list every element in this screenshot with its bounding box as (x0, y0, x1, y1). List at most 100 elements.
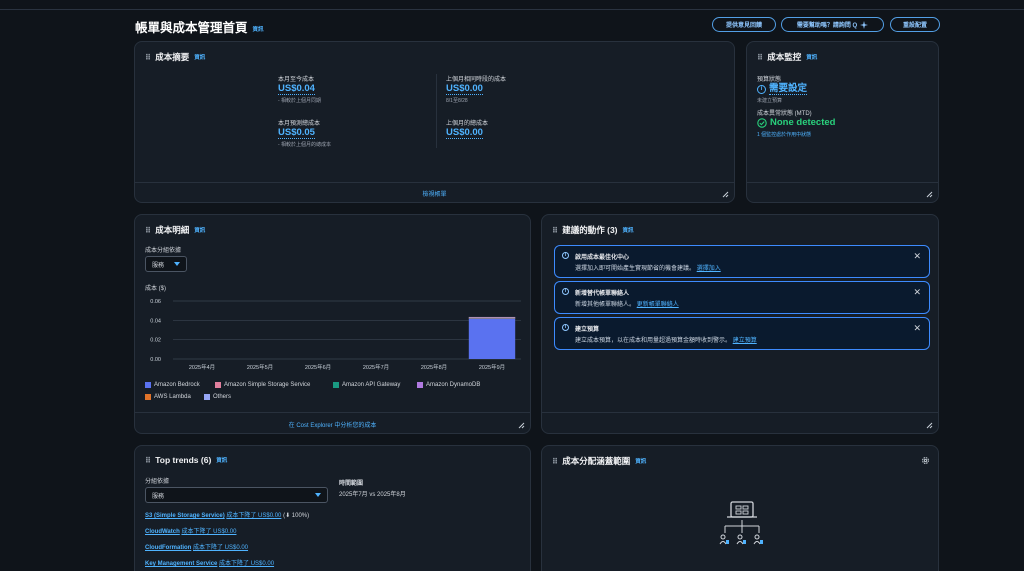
drag-handle-icon[interactable]: ⠿ (145, 226, 151, 235)
legend-label: Others (213, 394, 232, 400)
bar-segment (468, 318, 516, 359)
forecast-cost-label: 本月預測總成本 (278, 121, 321, 127)
close-icon[interactable]: ✕ (913, 323, 921, 334)
drag-handle-icon[interactable]: ⠿ (552, 457, 558, 466)
trend-item[interactable]: CloudWatch 成本下降了 US$0.00 (145, 526, 236, 535)
recommendation-alert: i 建立預算 建立成本預算，以在成本和用量超過預算金額時收到警示。 建立預算 ✕ (554, 317, 930, 350)
info-circle-icon: i (562, 324, 569, 331)
panel-title: ⠿ 成本明細 資訊 (145, 225, 206, 235)
last-month-period-value[interactable]: US$0.00 (446, 83, 483, 95)
cost-allocation-illustration-icon (719, 501, 763, 545)
forecast-cost-note: - 相較於上個月的總成本 (278, 142, 332, 148)
budget-status[interactable]: i 需要設定 (757, 83, 808, 95)
caret-down-icon (315, 493, 321, 497)
drag-handle-icon[interactable]: ⠿ (757, 53, 763, 62)
drag-handle-icon[interactable]: ⠿ (552, 226, 558, 235)
legend-label: Amazon DynamoDB (426, 382, 481, 388)
last-month-period-note: 8/1至8/28 (446, 98, 468, 104)
resize-handle-icon[interactable] (926, 422, 933, 429)
y-tick-label: 0.00 (150, 357, 161, 363)
resize-handle-icon[interactable] (722, 191, 729, 198)
trend-item[interactable]: Key Management Service 成本下降了 US$0.00 (145, 558, 274, 567)
info-link[interactable]: 資訊 (635, 457, 646, 465)
cost-chart: 0.00 0.02 0.04 0.06 2025年4月 2025年5月 2025年6月 202… (150, 299, 521, 371)
legend-item[interactable]: AWS Lambda (145, 394, 191, 400)
legend-label: Amazon Simple Storage Service (224, 382, 311, 388)
column-divider (436, 74, 437, 148)
info-link[interactable]: 資訊 (194, 226, 205, 234)
cost-explorer-link[interactable]: 在 Cost Explorer 中分析您的成本 (135, 420, 530, 429)
update-contacts-link[interactable]: 更新帳單聯絡人 (637, 302, 679, 308)
x-tick-label: 2025年6月 (305, 363, 331, 371)
legend-swatch (417, 382, 423, 388)
x-tick-label: 2025年9月 (479, 363, 505, 371)
legend-swatch (145, 394, 151, 400)
legend-label: Amazon API Gateway (342, 382, 401, 388)
forecast-cost-value[interactable]: US$0.05 (278, 127, 315, 139)
legend-swatch (145, 382, 151, 388)
anomaly-status-value: None detected (770, 117, 836, 128)
cost-breakdown-panel: ⠿ 成本明細 資訊 成本分組依據 服務 成本 ($) 0.00 0.02 0.04 0.0… (134, 214, 531, 434)
mtd-cost-label: 本月至今成本 (278, 77, 315, 83)
legend-swatch (333, 382, 339, 388)
resize-handle-icon[interactable] (926, 191, 933, 198)
panel-title: ⠿ 建議的動作 (3) 資訊 (552, 225, 634, 235)
info-link[interactable]: 資訊 (806, 53, 817, 61)
panel-title: ⠿ 成本分配涵蓋範圍 資訊 (552, 456, 647, 466)
info-link[interactable]: 資訊 (253, 27, 264, 33)
drag-handle-icon[interactable]: ⠿ (145, 53, 151, 62)
cost-allocation-panel: ⠿ 成本分配涵蓋範圍 資訊 (541, 445, 939, 571)
info-link[interactable]: 資訊 (216, 456, 227, 464)
trend-item[interactable]: CloudFormation 成本下降了 US$0.00 (145, 542, 248, 551)
legend-swatch (204, 394, 210, 400)
info-circle-icon: i (562, 288, 569, 295)
mtd-cost-value[interactable]: US$0.04 (278, 83, 315, 95)
legend-item[interactable]: Amazon Bedrock (145, 382, 200, 388)
reset-layout-button[interactable]: 重設配置 (890, 17, 940, 32)
close-icon[interactable]: ✕ (913, 251, 921, 262)
sparkle-icon (860, 20, 869, 29)
feedback-button[interactable]: 提供意見回饋 (712, 17, 776, 32)
x-tick-label: 2025年8月 (421, 363, 447, 371)
opt-in-link[interactable]: 選擇加入 (697, 266, 721, 272)
y-tick-label: 0.04 (150, 318, 161, 324)
last-month-period-label: 上個月相同時段的成本 (446, 77, 507, 83)
y-tick-label: 0.06 (150, 299, 161, 305)
panel-title: ⠿ 成本摘要 資訊 (145, 52, 206, 62)
recommended-actions-panel: ⠿ 建議的動作 (3) 資訊 i 啟用成本最佳化中心 選擇加入即可開始產生實現節省的… (541, 214, 939, 434)
page-title: 帳單與成本管理首頁 資訊 (135, 21, 264, 35)
check-circle-icon (757, 117, 767, 128)
info-circle-icon: i (562, 252, 569, 259)
ask-q-button[interactable]: 需要幫助嗎？請詢問 Q (781, 17, 884, 32)
view-bill-link[interactable]: 檢視帳單 (135, 189, 734, 198)
group-by-label: 成本分組依據 (145, 248, 182, 254)
y-tick-label: 0.02 (150, 338, 161, 344)
active-monitors-link[interactable]: 1 個監控處於作用中狀態 (757, 131, 811, 138)
x-tick-label: 2025年7月 (363, 363, 389, 371)
legend-item[interactable]: Amazon Simple Storage Service (215, 382, 310, 388)
trends-group-select[interactable]: 服務 (145, 487, 328, 503)
legend-label: AWS Lambda (154, 394, 191, 400)
create-budget-link[interactable]: 建立預算 (733, 338, 757, 344)
trend-item[interactable]: S3 (Simple Storage Service) 成本下降了 US$0.0… (145, 510, 309, 519)
x-tick-label: 2025年4月 (189, 363, 215, 371)
chart-y-label: 成本 ($) (145, 286, 167, 292)
top-divider (0, 9, 1024, 10)
group-by-select[interactable]: 服務 (145, 256, 187, 272)
drag-handle-icon[interactable]: ⠿ (145, 456, 151, 465)
last-month-total-label: 上個月的總成本 (446, 121, 489, 127)
settings-gear-icon[interactable] (921, 456, 930, 465)
last-month-total-value[interactable]: US$0.00 (446, 127, 483, 139)
cost-monitor-panel: ⠿ 成本監控 資訊 預算狀態 i 需要設定 未建立預算 成本異常狀態 (MTD) N… (746, 41, 939, 203)
budget-status-label: 預算狀態 (757, 77, 782, 83)
legend-item[interactable]: Amazon DynamoDB (417, 382, 480, 388)
info-circle-icon: i (757, 84, 766, 94)
x-tick-label: 2025年5月 (247, 363, 273, 371)
close-icon[interactable]: ✕ (913, 287, 921, 298)
budget-status-value[interactable]: 需要設定 (769, 83, 808, 95)
resize-handle-icon[interactable] (518, 422, 525, 429)
legend-item[interactable]: Amazon API Gateway (333, 382, 400, 388)
info-link[interactable]: 資訊 (623, 226, 634, 234)
info-link[interactable]: 資訊 (194, 53, 205, 61)
legend-item[interactable]: Others (204, 394, 231, 400)
